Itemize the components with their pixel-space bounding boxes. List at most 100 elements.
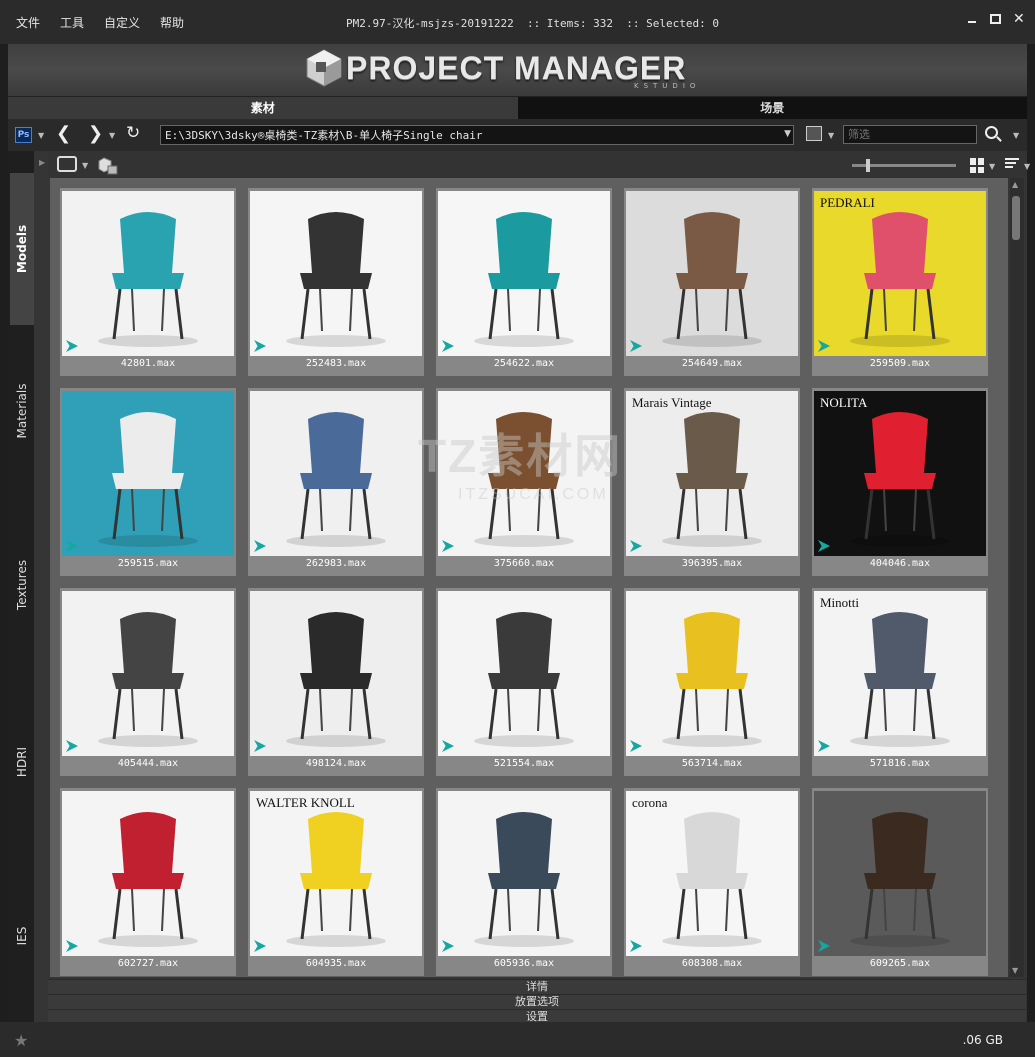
asset-tile[interactable]: 254622.max bbox=[436, 188, 612, 376]
thumbnail-caption: Minotti bbox=[820, 595, 860, 610]
side-tab-models[interactable]: Models bbox=[10, 173, 34, 325]
asset-tile[interactable]: 252483.max bbox=[248, 188, 424, 376]
side-tab-textures[interactable]: Textures bbox=[10, 497, 34, 673]
details-section[interactable]: 详情 bbox=[48, 979, 1026, 994]
back-arrow-icon[interactable]: ❮ bbox=[56, 123, 71, 144]
bottom-sections: 详情 放置选项 设置 bbox=[48, 979, 1026, 1024]
asset-filename: 404046.max bbox=[869, 558, 931, 569]
chevron-down-icon[interactable]: ▼ bbox=[109, 131, 115, 140]
asset-tile[interactable]: PEDRALI 259509.max bbox=[812, 188, 988, 376]
chevron-down-icon[interactable]: ▼ bbox=[784, 129, 791, 139]
star-icon[interactable]: ★ bbox=[14, 1031, 28, 1050]
asset-tile[interactable]: 254649.max bbox=[624, 188, 800, 376]
asset-filename: 259515.max bbox=[117, 558, 179, 569]
chair-preview-image bbox=[286, 812, 386, 947]
chair-preview-image bbox=[474, 212, 574, 347]
slider-handle[interactable] bbox=[866, 159, 870, 172]
chevron-down-icon[interactable]: ▼ bbox=[989, 162, 995, 171]
menu-bar: 文件 工具 自定义 帮助 bbox=[16, 14, 184, 31]
thumbnail-size-slider[interactable] bbox=[852, 159, 956, 172]
chair-preview-image bbox=[286, 412, 386, 547]
path-field[interactable]: ▼ bbox=[160, 125, 794, 145]
window-controls: ✕ bbox=[966, 12, 1025, 26]
vertical-scrollbar[interactable]: ▲ ▼ bbox=[1010, 178, 1024, 977]
asset-filename: 252483.max bbox=[305, 358, 367, 369]
asset-thumbnail bbox=[626, 591, 798, 756]
logo-banner: PROJECT MANAGER KSTUDIO bbox=[8, 44, 1027, 97]
asset-filename: 608308.max bbox=[681, 958, 743, 969]
asset-thumbnail bbox=[62, 391, 234, 556]
asset-tile[interactable]: 521554.max bbox=[436, 588, 612, 776]
tab-assets[interactable]: 素材 bbox=[8, 97, 518, 119]
side-tab-materials[interactable]: Materials bbox=[10, 325, 34, 497]
side-tab-hdri[interactable]: HDRI bbox=[10, 673, 34, 851]
asset-tile[interactable]: 609265.max bbox=[812, 788, 988, 976]
asset-tile[interactable]: 563714.max bbox=[624, 588, 800, 776]
asset-filename: 254622.max bbox=[493, 358, 555, 369]
filter-input[interactable] bbox=[844, 126, 976, 143]
cube-icon[interactable] bbox=[98, 157, 118, 175]
asset-thumbnail: WALTER KNOLL bbox=[250, 791, 422, 956]
chevron-down-icon[interactable]: ▼ bbox=[828, 131, 834, 140]
chevron-down-icon[interactable]: ▼ bbox=[38, 131, 44, 140]
scroll-up-icon[interactable]: ▲ bbox=[1012, 180, 1018, 189]
asset-filename: 605936.max bbox=[493, 958, 555, 969]
side-tab-label: Models bbox=[15, 224, 29, 274]
filter-field[interactable] bbox=[843, 125, 977, 144]
scroll-thumb[interactable] bbox=[1012, 196, 1020, 240]
side-tabs: Models Materials Textures HDRI IES bbox=[8, 151, 34, 1022]
chevron-down-icon[interactable]: ▼ bbox=[1013, 131, 1019, 140]
side-tab-label: HDRI bbox=[15, 746, 29, 778]
photoshop-icon[interactable]: Ps bbox=[15, 127, 32, 143]
minimize-button[interactable] bbox=[966, 13, 978, 25]
menu-customize[interactable]: 自定义 bbox=[104, 14, 140, 31]
chair-preview-image bbox=[850, 412, 950, 547]
scroll-down-icon[interactable]: ▼ bbox=[1012, 966, 1018, 975]
asset-tile[interactable]: Marais Vintage 396395.max bbox=[624, 388, 800, 576]
refresh-icon[interactable]: ↻ bbox=[126, 123, 140, 143]
asset-tile[interactable]: corona 608308.max bbox=[624, 788, 800, 976]
asset-tile[interactable]: 498124.max bbox=[248, 588, 424, 776]
asset-tile[interactable]: 262983.max bbox=[248, 388, 424, 576]
asset-thumbnail: corona bbox=[626, 791, 798, 956]
side-tab-ies[interactable]: IES bbox=[10, 851, 34, 1021]
side-tab-label: Materials bbox=[15, 383, 29, 439]
main-tabs: 素材 场景 bbox=[8, 97, 1027, 119]
placement-options-section[interactable]: 放置选项 bbox=[48, 994, 1026, 1009]
chair-preview-image bbox=[286, 212, 386, 347]
maximize-button[interactable] bbox=[990, 14, 1001, 24]
asset-thumbnail bbox=[438, 391, 610, 556]
asset-tile[interactable]: Minotti 571816.max bbox=[812, 588, 988, 776]
tab-scenes[interactable]: 场景 bbox=[517, 97, 1027, 119]
expand-arrow-icon[interactable]: ▶ bbox=[39, 158, 45, 167]
side-tab-label: Textures bbox=[15, 559, 29, 611]
asset-tile[interactable]: 259515.max bbox=[60, 388, 236, 576]
sort-icon[interactable] bbox=[1005, 158, 1019, 170]
menu-tools[interactable]: 工具 bbox=[60, 14, 84, 31]
asset-tile[interactable]: 405444.max bbox=[60, 588, 236, 776]
close-button[interactable]: ✕ bbox=[1013, 12, 1025, 26]
forward-arrow-icon[interactable]: ❯ bbox=[88, 123, 103, 144]
search-icon[interactable] bbox=[985, 126, 998, 139]
chair-preview-image bbox=[850, 212, 950, 347]
asset-tile[interactable]: WALTER KNOLL 604935.max bbox=[248, 788, 424, 976]
chair-preview-image bbox=[850, 812, 950, 947]
menu-help[interactable]: 帮助 bbox=[160, 14, 184, 31]
sync-icon[interactable] bbox=[57, 156, 77, 172]
asset-tile[interactable]: 375660.max bbox=[436, 388, 612, 576]
asset-tile[interactable]: NOLITA 404046.max bbox=[812, 388, 988, 576]
asset-tile[interactable]: 605936.max bbox=[436, 788, 612, 976]
asset-tile[interactable]: 42801.max bbox=[60, 188, 236, 376]
asset-thumbnail bbox=[626, 191, 798, 356]
path-input[interactable] bbox=[161, 126, 793, 144]
grid-view-icon[interactable] bbox=[970, 158, 985, 173]
filter-toggle-icon[interactable] bbox=[806, 126, 822, 141]
navigation-toolbar: Ps ▼ ❮ ❯ ▼ ↻ ▼ ▼ ▼ bbox=[8, 119, 1027, 151]
asset-filename: 375660.max bbox=[493, 558, 555, 569]
chevron-down-icon[interactable]: ▼ bbox=[1024, 162, 1030, 171]
chevron-down-icon[interactable]: ▼ bbox=[82, 161, 88, 170]
chair-preview-image bbox=[662, 412, 762, 547]
menu-file[interactable]: 文件 bbox=[16, 14, 40, 31]
asset-tile[interactable]: 602727.max bbox=[60, 788, 236, 976]
asset-thumbnail bbox=[62, 591, 234, 756]
